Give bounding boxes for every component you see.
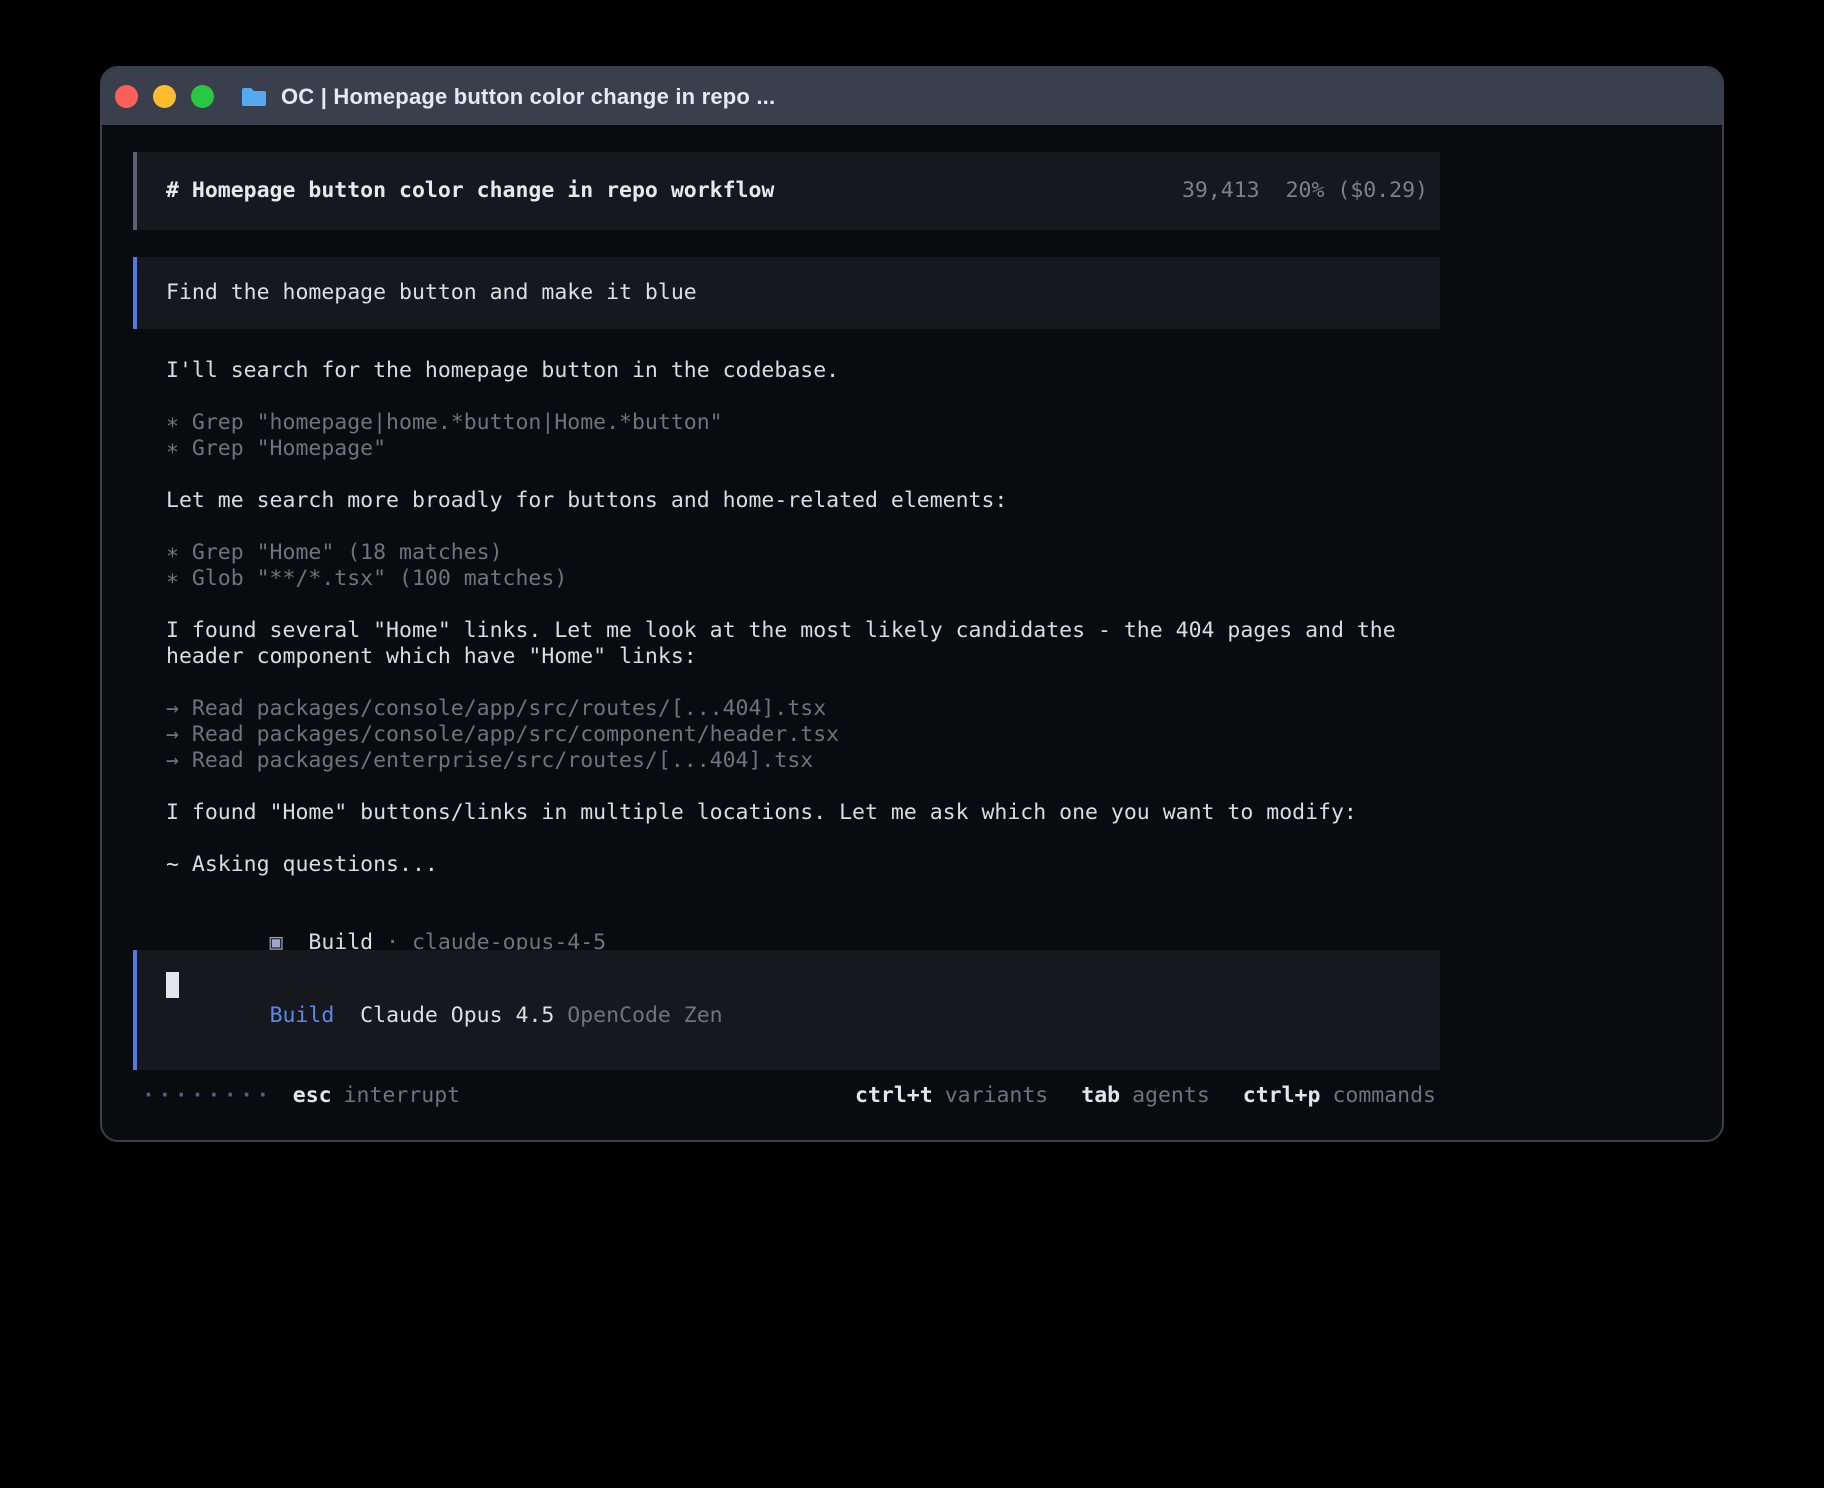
- terminal-content: # Homepage button color change in repo w…: [102, 152, 1722, 1109]
- interrupt-label: interrupt: [344, 1083, 461, 1109]
- traffic-lights: [102, 85, 214, 108]
- transcript: I'll search for the homepage button in t…: [166, 358, 1440, 930]
- blank-line: [166, 826, 1440, 852]
- blank-line: [166, 514, 1440, 540]
- model-name: Claude Opus 4.5: [334, 1003, 567, 1028]
- user-message: Find the homepage button and make it blu…: [133, 257, 1440, 329]
- tool-call-read: → Read packages/console/app/src/routes/[…: [166, 696, 1440, 722]
- assistant-text: Let me search more broadly for buttons a…: [166, 488, 1440, 514]
- spinner-icon: ········: [142, 1083, 273, 1109]
- context-usage: 20% ($0.29): [1286, 178, 1428, 204]
- commands-label: commands: [1332, 1083, 1436, 1109]
- status-bar-left: ········ esc interrupt: [142, 1083, 460, 1109]
- tool-call-read: → Read packages/console/app/src/componen…: [166, 722, 1440, 748]
- variants-label: variants: [945, 1083, 1049, 1109]
- blank-line: [166, 878, 1440, 904]
- status-bar: ········ esc interrupt ctrl+t variants t…: [142, 1083, 1436, 1109]
- asking-questions-status: ~ Asking questions...: [166, 852, 1440, 878]
- terminal-window: OC | Homepage button color change in rep…: [100, 66, 1724, 1142]
- session-header: # Homepage button color change in repo w…: [133, 152, 1440, 230]
- desktop: { "colors": { "accent_blue": "#4d7de2", …: [0, 0, 1824, 1488]
- hint-agents: tab agents: [1081, 1083, 1210, 1109]
- assistant-text: I found several "Home" links. Let me loo…: [166, 618, 1440, 644]
- prompt-input[interactable]: Build Claude Opus 4.5 OpenCode Zen: [133, 950, 1440, 1070]
- close-button[interactable]: [115, 85, 138, 108]
- hint-commands: ctrl+p commands: [1243, 1083, 1436, 1109]
- esc-key-label: esc: [293, 1083, 332, 1109]
- window-title: OC | Homepage button color change in rep…: [281, 84, 775, 110]
- ctrl-t-key-label: ctrl+t: [855, 1083, 933, 1109]
- titlebar: OC | Homepage button color change in rep…: [102, 68, 1722, 125]
- assistant-text: header component which have "Home" links…: [166, 644, 1440, 670]
- blank-line: [166, 384, 1440, 410]
- assistant-text: I found "Home" buttons/links in multiple…: [166, 800, 1440, 826]
- mode-badge: Build: [270, 1003, 335, 1028]
- user-message-text: Find the homepage button and make it blu…: [166, 280, 697, 306]
- tool-call-grep: ∗ Grep "homepage|home.*button|Home.*butt…: [166, 410, 1440, 436]
- tool-call-glob: ∗ Glob "**/*.tsx" (100 matches): [166, 566, 1440, 592]
- ctrl-p-key-label: ctrl+p: [1243, 1083, 1321, 1109]
- tool-call-grep: ∗ Grep "Homepage": [166, 436, 1440, 462]
- provider-name: OpenCode Zen: [567, 1003, 722, 1028]
- input-mode-line: Build Claude Opus 4.5 OpenCode Zen: [166, 977, 723, 1055]
- minimize-button[interactable]: [153, 85, 176, 108]
- hint-variants: ctrl+t variants: [855, 1083, 1048, 1109]
- blank-line: [166, 670, 1440, 696]
- session-title: # Homepage button color change in repo w…: [166, 178, 774, 204]
- zoom-button[interactable]: [191, 85, 214, 108]
- folder-icon: [240, 86, 268, 108]
- tool-call-read: → Read packages/enterprise/src/routes/[.…: [166, 748, 1440, 774]
- blank-line: [166, 462, 1440, 488]
- tool-call-grep: ∗ Grep "Home" (18 matches): [166, 540, 1440, 566]
- hint-interrupt: esc interrupt: [293, 1083, 460, 1109]
- blank-line: [166, 774, 1440, 800]
- assistant-text: I'll search for the homepage button in t…: [166, 358, 1440, 384]
- blank-line: [166, 592, 1440, 618]
- session-meta: 39,413 20% ($0.29): [1182, 178, 1428, 204]
- agent-status-line: ▣ Build · claude-opus-4-5: [166, 904, 1440, 930]
- tab-key-label: tab: [1081, 1083, 1120, 1109]
- status-bar-right: ctrl+t variants tab agents ctrl+p comman…: [855, 1083, 1436, 1109]
- token-count: 39,413: [1182, 178, 1260, 204]
- agents-label: agents: [1132, 1083, 1210, 1109]
